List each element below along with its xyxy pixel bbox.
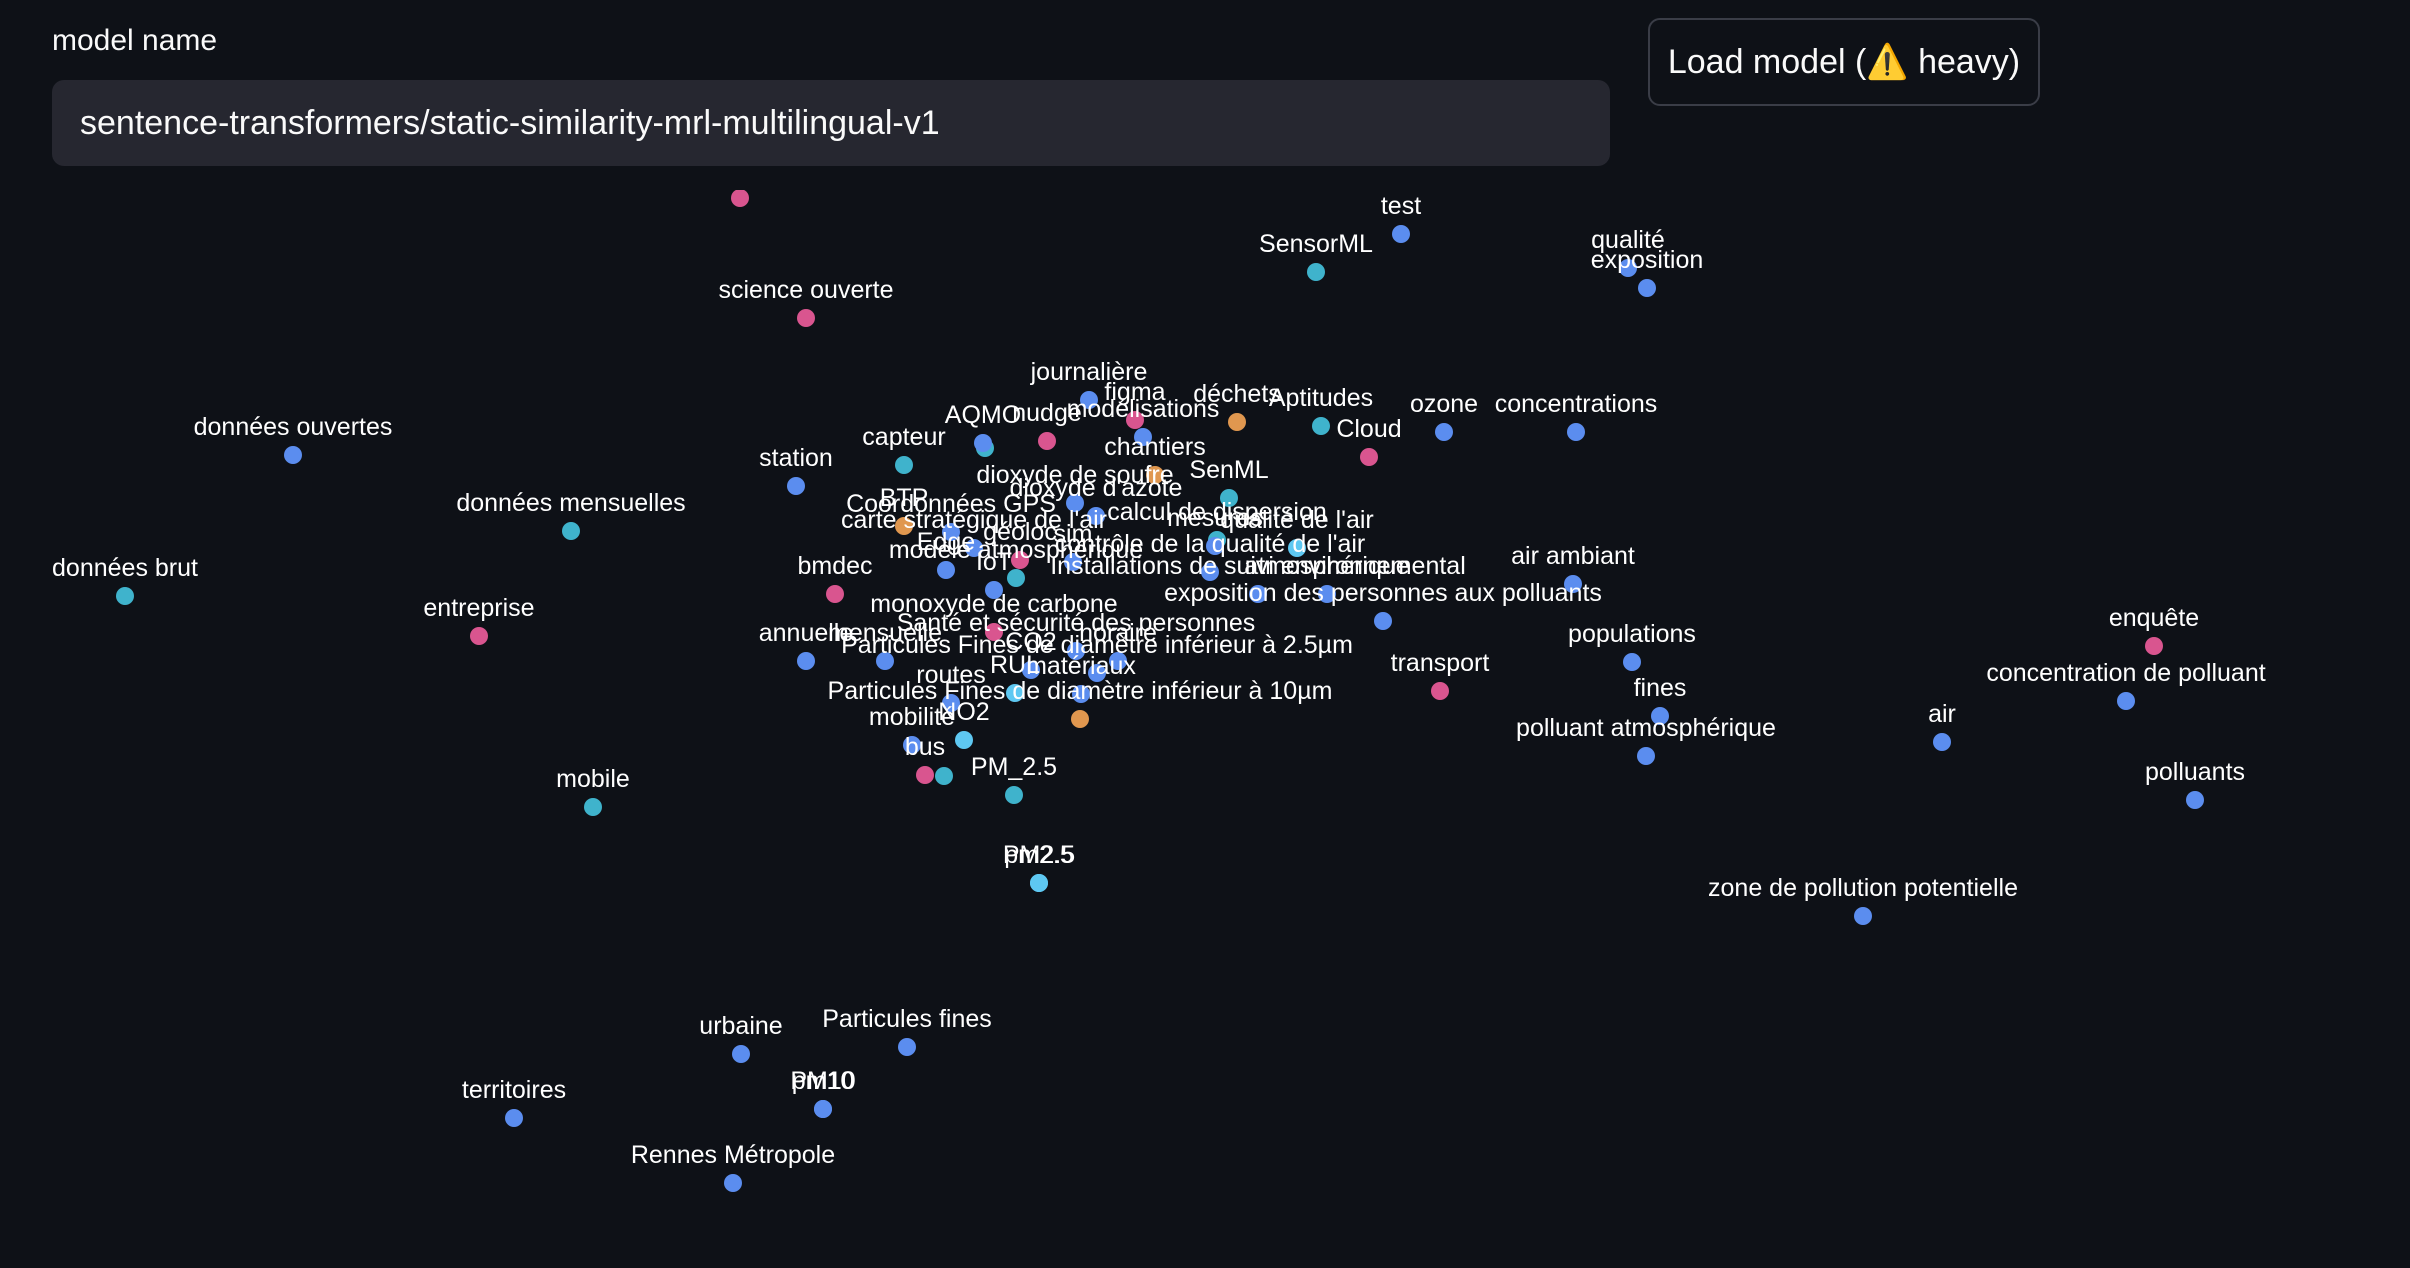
scatter-point-label: Particules fines [822, 1005, 992, 1033]
scatter-point-label: enquête [2109, 604, 2199, 632]
scatter-point[interactable] [1431, 682, 1449, 700]
scatter-point-label: zone de pollution potentielle [1708, 874, 2018, 902]
scatter-point-label: exposition des personnes aux polluants [1164, 579, 1602, 607]
scatter-point[interactable] [1638, 279, 1656, 297]
scatter-point-label: Installations de suivi environnemental [1050, 552, 1466, 580]
app-root: model name Load model (⚠️ heavy) test Sen… [0, 0, 2410, 1268]
scatter-point[interactable] [1228, 413, 1246, 431]
scatter-point-label: données mensuelles [456, 489, 685, 517]
scatter-point-label: données ouvertes [194, 413, 393, 441]
scatter-point[interactable] [505, 1109, 523, 1127]
scatter-point-label: matériaux [1026, 652, 1136, 680]
scatter-point[interactable] [826, 585, 844, 603]
scatter-point[interactable] [1374, 612, 1392, 630]
scatter-point-label: capteur [862, 423, 945, 451]
scatter-point[interactable] [284, 446, 302, 464]
scatter-point-label: polluant atmosphérique [1516, 714, 1776, 742]
scatter-point[interactable] [1312, 417, 1330, 435]
scatter-point-label: mesures [1167, 504, 1263, 532]
scatter-point[interactable] [1854, 907, 1872, 925]
scatter-point[interactable] [470, 627, 488, 645]
scatter-point-label: air [1928, 700, 1956, 728]
scatter-point[interactable] [732, 1045, 750, 1063]
scatter-point-label: pm2.5 [1004, 841, 1073, 869]
scatter-point[interactable] [797, 652, 815, 670]
scatter-point[interactable] [955, 731, 973, 749]
scatter-point-label: Cloud [1336, 415, 1401, 443]
scatter-point[interactable] [974, 434, 992, 452]
scatter-point-label: mobile [556, 765, 630, 793]
scatter-point[interactable] [898, 1038, 916, 1056]
scatter-point-label: concentration de polluant [1986, 659, 2265, 687]
scatter-point-label: exposition [1591, 246, 1704, 274]
scatter-svg[interactable]: testSensorML qualitéexpositionscience ouv… [0, 190, 2410, 1210]
scatter-point-label: IoT [976, 548, 1012, 576]
scatter-point-label: pm10 [792, 1067, 855, 1095]
scatter-point-label: Rennes Métropole [631, 1141, 835, 1169]
scatter-point-label: bmdec [797, 552, 872, 580]
scatter-point[interactable] [895, 456, 913, 474]
scatter-point-label: SensorML [1259, 230, 1373, 258]
scatter-point[interactable] [1038, 432, 1056, 450]
scatter-point[interactable] [562, 522, 580, 540]
scatter-point[interactable] [584, 798, 602, 816]
scatter-point[interactable] [1637, 747, 1655, 765]
scatter-point-label: entreprise [423, 594, 534, 622]
scatter-point[interactable] [1567, 423, 1585, 441]
scatter-point-label: modélisations [1067, 395, 1220, 423]
scatter-point-label: science ouverte [718, 276, 893, 304]
scatter-point[interactable] [116, 587, 134, 605]
scatter-point-label: PM_2.5 [971, 753, 1057, 781]
scatter-point-label: bus [905, 733, 945, 761]
scatter-point[interactable] [724, 1174, 742, 1192]
model-name-input[interactable] [52, 80, 1610, 166]
scatter-point-label: Aptitudes [1269, 384, 1373, 412]
scatter-point-unlabeled[interactable] [935, 767, 953, 785]
scatter-point[interactable] [1435, 423, 1453, 441]
scatter-point-label: urbaine [699, 1012, 782, 1040]
scatter-point-label: territoires [462, 1076, 566, 1104]
scatter-point[interactable] [1933, 733, 1951, 751]
scatter-point-label: polluants [2145, 758, 2245, 786]
scatter-point[interactable] [2186, 791, 2204, 809]
scatter-labels: testSensorML qualitéexpositionscience ouv… [52, 192, 2266, 1169]
scatter-point-label: test [1381, 192, 1421, 220]
load-model-button[interactable]: Load model (⚠️ heavy) [1648, 18, 2040, 106]
scatter-point-label: concentrations [1495, 390, 1658, 418]
scatter-point-label: AQMO [945, 401, 1021, 429]
embedding-scatter-plot[interactable]: test SensorML qualité exposition science ouv… [0, 190, 2410, 1210]
scatter-point[interactable] [787, 477, 805, 495]
scatter-point[interactable] [916, 766, 934, 784]
scatter-point[interactable] [1005, 786, 1023, 804]
model-name-label: model name [52, 24, 218, 57]
scatter-point[interactable] [797, 309, 815, 327]
scatter-point[interactable] [1030, 874, 1048, 892]
scatter-point-label: populations [1568, 620, 1696, 648]
scatter-point-label: mobilité [869, 703, 955, 731]
scatter-point[interactable] [1392, 225, 1410, 243]
scatter-point-label: transport [1391, 649, 1490, 677]
scatter-point-label: fines [1634, 674, 1687, 702]
scatter-point-label: air ambiant [1511, 542, 1635, 570]
scatter-point-label: ozone [1410, 390, 1478, 418]
scatter-point-label: données brut [52, 554, 198, 582]
scatter-point[interactable] [1307, 263, 1325, 281]
scatter-point[interactable] [2117, 692, 2135, 710]
scatter-point-label: station [759, 444, 833, 472]
scatter-point[interactable] [1360, 448, 1378, 466]
scatter-point-unlabeled[interactable] [731, 190, 749, 207]
scatter-point[interactable] [1071, 710, 1089, 728]
scatter-point[interactable] [1623, 653, 1641, 671]
scatter-point[interactable] [2145, 637, 2163, 655]
scatter-point-label: Particules Fines de diamètre inférieur à… [828, 677, 1333, 705]
scatter-point-label: SenML [1189, 456, 1268, 484]
scatter-point[interactable] [814, 1100, 832, 1118]
